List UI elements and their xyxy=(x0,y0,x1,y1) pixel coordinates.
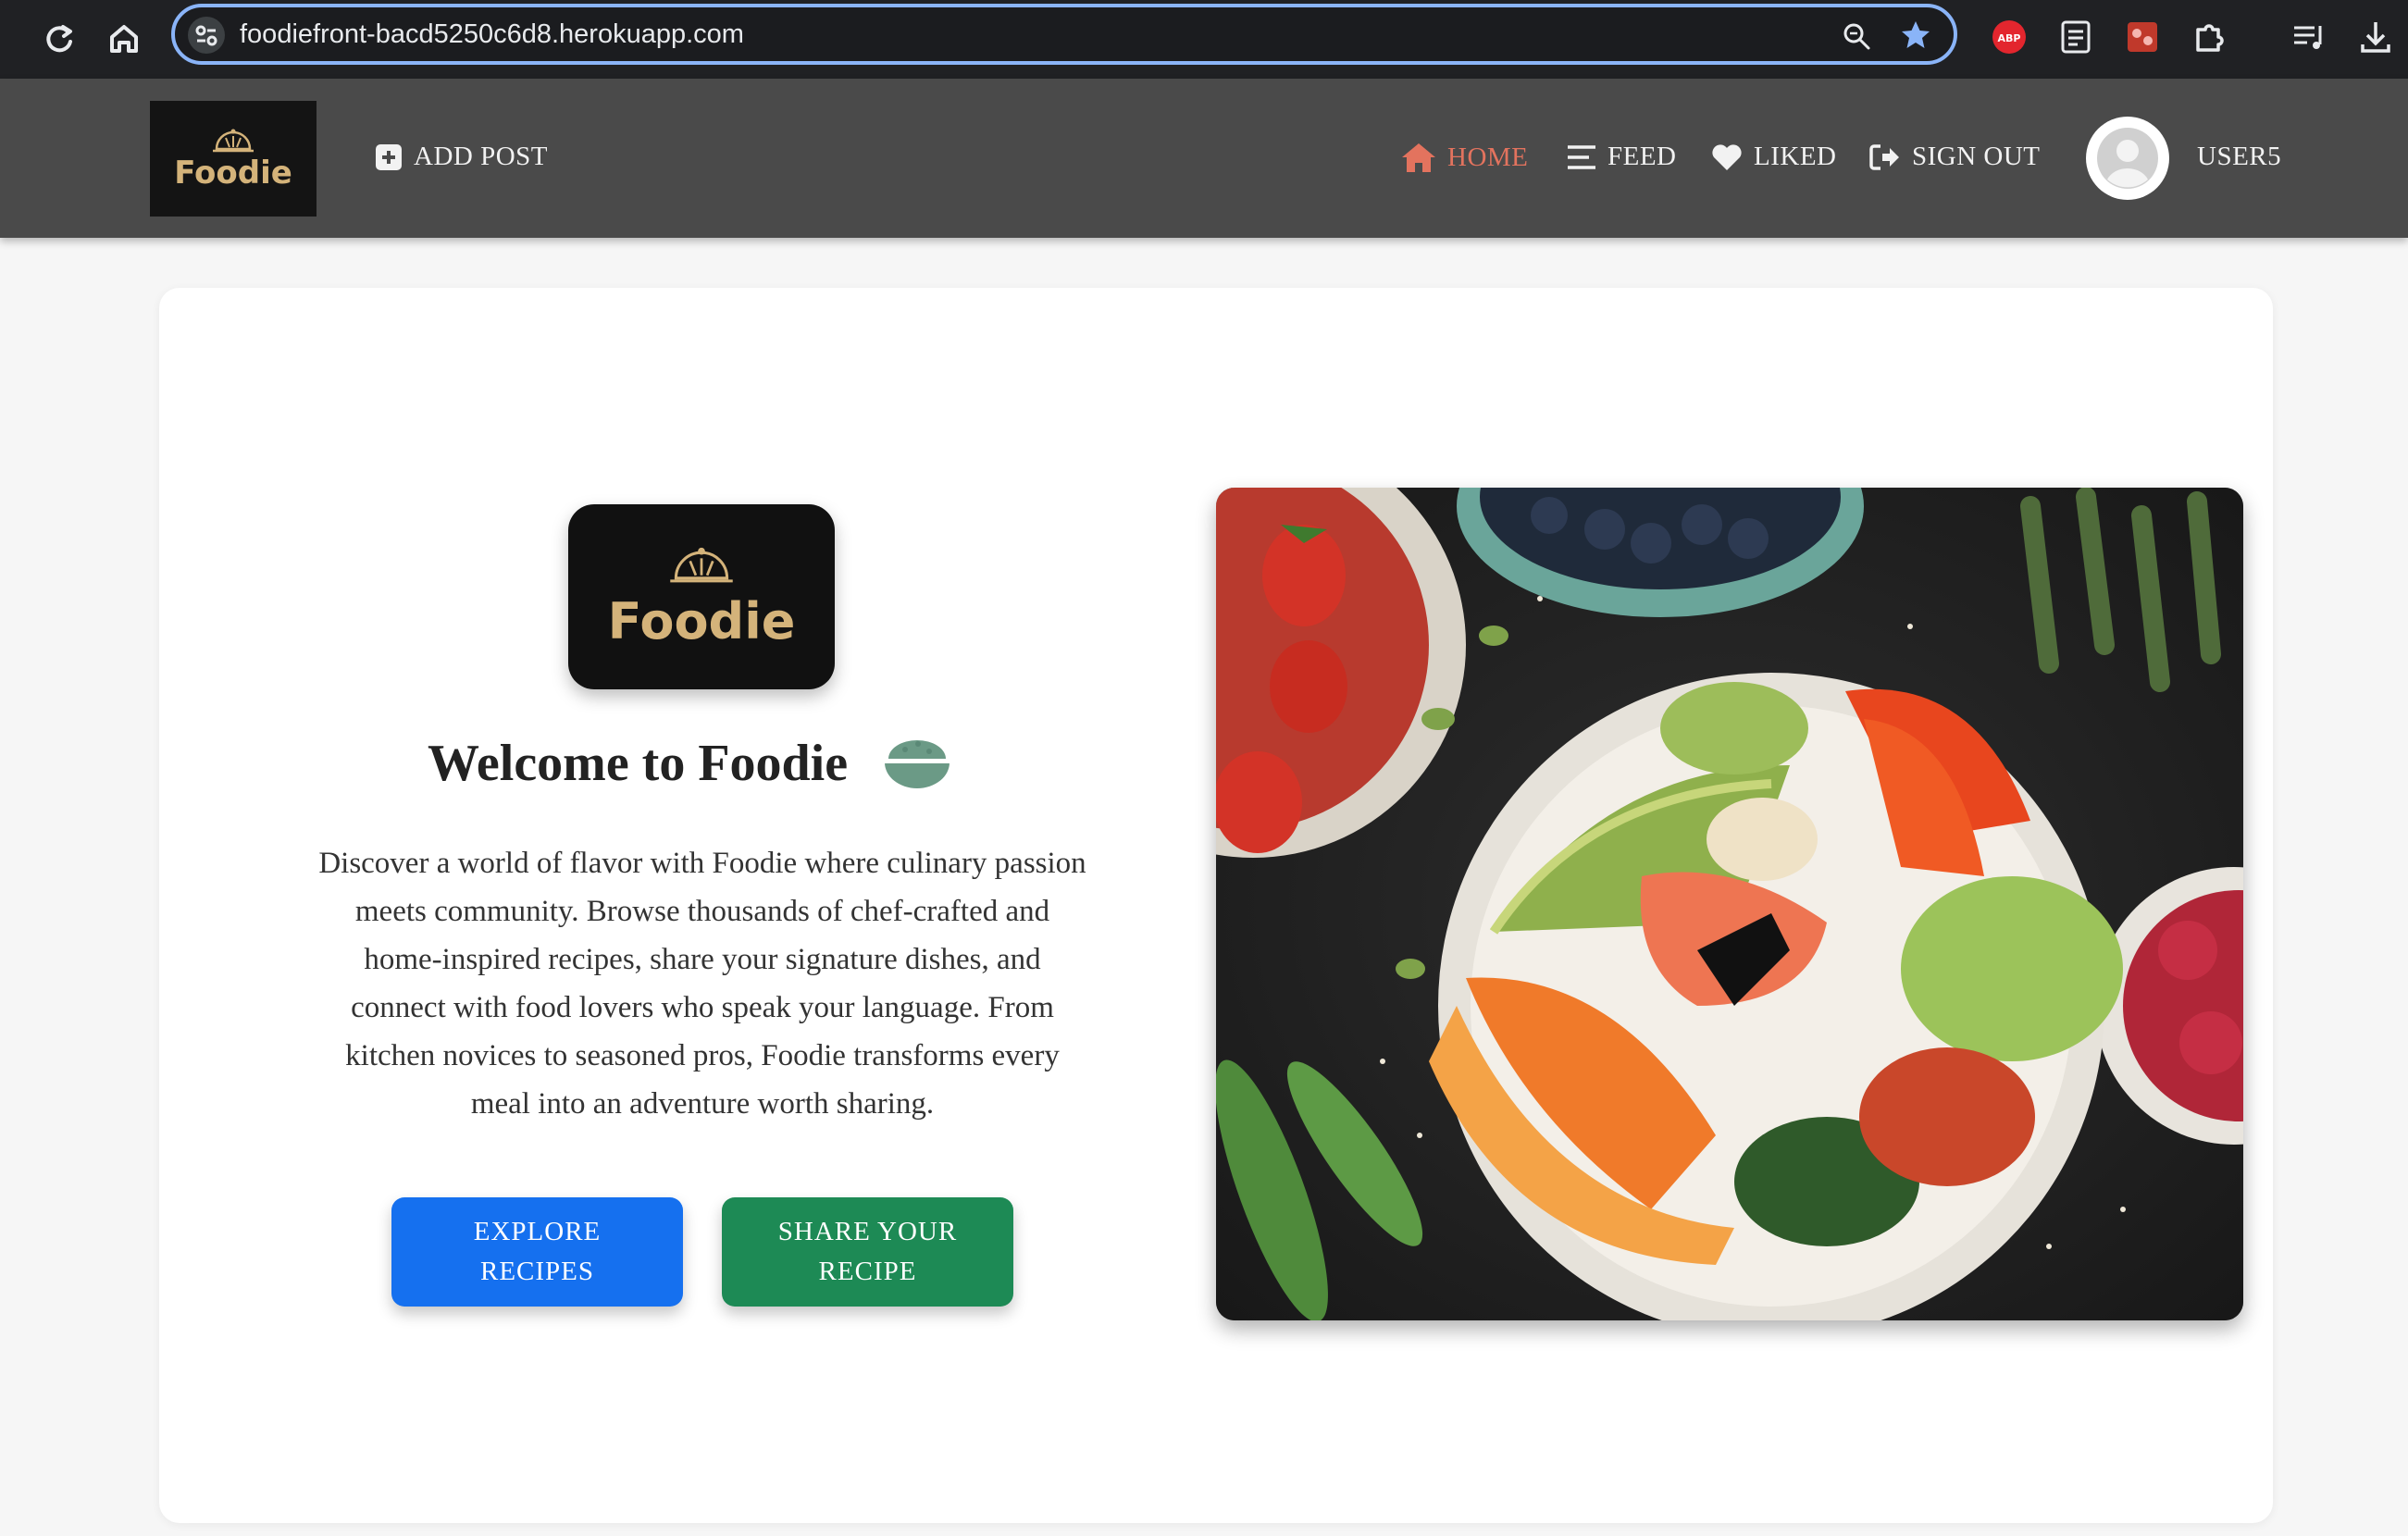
nav-liked-label: LIKED xyxy=(1754,142,1837,171)
page-title: Welcome to Foodie xyxy=(428,735,849,792)
home-icon xyxy=(1402,143,1435,172)
url-text[interactable]: foodiefront-bacd5250c6d8.herokuapp.com xyxy=(240,19,744,50)
nav-home-label: HOME xyxy=(1447,142,1529,172)
notes-extension-icon[interactable] xyxy=(2055,17,2096,57)
rice-bowl-icon xyxy=(885,740,950,788)
svg-text:ABP: ABP xyxy=(1998,32,2021,44)
hero-heading: Welcome to Foodie xyxy=(428,731,953,796)
nav-home[interactable]: HOME xyxy=(1401,142,1528,173)
home-icon[interactable] xyxy=(104,19,144,59)
user-placeholder-icon xyxy=(2097,128,2158,189)
nav-feed[interactable]: FEED xyxy=(1567,142,1677,172)
reload-icon[interactable] xyxy=(39,19,80,59)
hero-logo: Foodie xyxy=(568,504,835,689)
add-post-label: ADD POST xyxy=(414,142,548,171)
nav-feed-label: FEED xyxy=(1607,142,1677,171)
nav-sign-out[interactable]: SIGN OUT xyxy=(1869,142,2041,172)
poke-bowl-illustration xyxy=(1216,488,2243,1320)
bookmark-star-icon[interactable] xyxy=(1899,19,1932,52)
zoom-icon[interactable] xyxy=(1841,20,1872,52)
cloche-icon xyxy=(213,129,254,152)
extensions-puzzle-icon[interactable] xyxy=(2189,17,2229,57)
user-avatar[interactable] xyxy=(2086,117,2169,200)
share-recipe-button[interactable]: SHARE YOUR RECIPE xyxy=(722,1197,1013,1307)
username[interactable]: USER5 xyxy=(2197,142,2281,172)
nav-liked[interactable]: LIKED xyxy=(1711,142,1836,172)
hero-logo-text: Foodie xyxy=(607,591,796,650)
sign-out-icon xyxy=(1869,143,1899,170)
add-post-link[interactable]: ADD POST xyxy=(375,142,548,172)
brand-name: Foodie xyxy=(174,154,292,192)
app-navbar: Foodie ADD POST HOME FEED LIKED SIGN OUT… xyxy=(0,79,2408,238)
hero-food-image xyxy=(1216,488,2243,1320)
browser-chrome: foodiefront-bacd5250c6d8.herokuapp.com A… xyxy=(0,0,2408,79)
list-icon xyxy=(1568,144,1595,169)
nav-sign-out-label: SIGN OUT xyxy=(1912,142,2041,171)
heart-icon xyxy=(1712,143,1742,170)
explore-recipes-button[interactable]: EXPLORE RECIPES xyxy=(391,1197,683,1307)
cloche-icon xyxy=(670,547,733,582)
download-icon[interactable] xyxy=(2355,17,2396,57)
plus-square-icon xyxy=(376,143,402,170)
address-bar[interactable]: foodiefront-bacd5250c6d8.herokuapp.com xyxy=(171,4,1957,65)
puzzle-app-extension-icon[interactable] xyxy=(2122,17,2163,57)
adblock-extension-icon[interactable]: ABP xyxy=(1989,17,2029,57)
media-queue-icon[interactable] xyxy=(2289,17,2329,57)
hero-description: Discover a world of flavor with Foodie w… xyxy=(318,847,1086,1121)
site-settings-icon[interactable] xyxy=(188,17,225,54)
brand-logo[interactable]: Foodie xyxy=(150,101,317,217)
